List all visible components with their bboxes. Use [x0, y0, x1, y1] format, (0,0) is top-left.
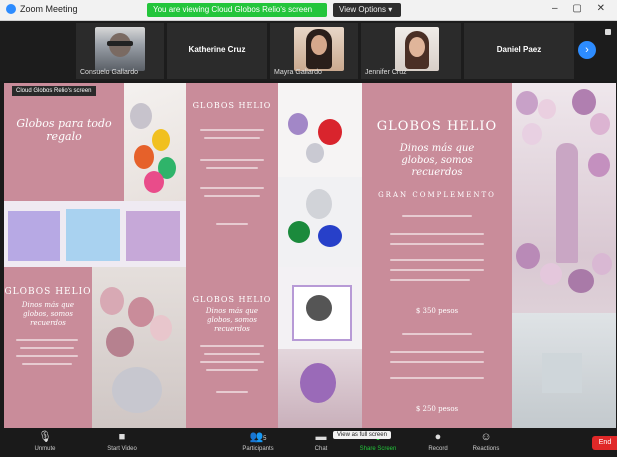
- chat-button[interactable]: ▬ Chat: [306, 431, 336, 452]
- participant-video: [395, 27, 439, 71]
- participants-button[interactable]: 👥5 Participants: [230, 431, 286, 452]
- share-screen-label: Share Screen: [359, 446, 397, 452]
- start-video-label: Start Video: [107, 446, 137, 452]
- flyer-tagline: Globos para todo regalo: [16, 117, 112, 143]
- participant-name: Jennifer Cruz: [365, 69, 407, 76]
- app-title-text: Zoom Meeting: [20, 4, 78, 14]
- shared-screen: Cloud Globos Relio's screen Globos para …: [4, 83, 616, 428]
- flyer-panel: GLOBOS HELIO: [186, 83, 278, 267]
- participant-tile[interactable]: Daniel Paez: [464, 23, 574, 79]
- flyer-section-title: GRAN COMPLEMENTO: [378, 191, 496, 199]
- window-titlebar: Zoom Meeting You are viewing Cloud Globo…: [0, 0, 617, 21]
- flyer-brand: GLOBOS HELIO: [4, 287, 92, 297]
- participant-tile[interactable]: Jennifer Cruz: [361, 23, 461, 79]
- participants-count: 5: [263, 436, 267, 442]
- participant-video: [294, 27, 344, 71]
- participant-name: Mayra Gallardo: [274, 69, 322, 76]
- end-meeting-button[interactable]: End: [592, 436, 617, 450]
- participant-tile[interactable]: Consuelo Gallardo: [76, 23, 164, 79]
- balloon-photo: [278, 349, 362, 428]
- reactions-label: Reactions: [472, 446, 500, 452]
- participant-tile[interactable]: Katherine Cruz: [167, 23, 267, 79]
- participants-label: Participants: [242, 446, 274, 452]
- unmute-label: Unmute: [34, 446, 56, 452]
- balloon-photo: [278, 177, 362, 267]
- balloon-photo: [278, 83, 362, 177]
- record-icon: ●: [434, 431, 442, 443]
- participant-video: [95, 27, 145, 71]
- next-participants-icon[interactable]: ›: [578, 41, 596, 59]
- flyer-brand: GLOBOS HELIO: [376, 119, 498, 134]
- chat-icon: ▬: [315, 431, 327, 443]
- record-label: Record: [428, 446, 448, 452]
- participants-icon: 👥5: [249, 431, 267, 443]
- unmute-button[interactable]: 🎙 Unmute: [10, 431, 80, 452]
- flyer-brand: GLOBOS HELIO: [192, 101, 272, 110]
- participant-name: Consuelo Gallardo: [80, 69, 138, 76]
- start-video-button[interactable]: ■ Start Video: [92, 431, 152, 452]
- flyer-price: $ 250 pesos: [415, 405, 459, 413]
- chat-label: Chat: [314, 446, 328, 452]
- flyer-brand: GLOBOS HELIO: [192, 295, 272, 304]
- record-button[interactable]: ● Record: [420, 431, 456, 452]
- video-camera-icon: ■: [118, 431, 126, 443]
- meeting-toolbar: 🎙 Unmute ■ Start Video 👥5 Participants ▬…: [0, 429, 617, 457]
- gift-bags-photo: [4, 201, 186, 267]
- flyer-tagline: Dinos más que globos, somos recuerdos: [21, 301, 75, 327]
- reactions-icon: ☺: [480, 431, 492, 443]
- flyer-price: $ 350 pesos: [415, 307, 459, 315]
- tooltip: View as full screen: [333, 431, 391, 439]
- zoom-logo-icon: [6, 4, 16, 14]
- flyer-panel: Globos para todo regalo: [4, 83, 124, 201]
- flyer-tagline: Dinos más que globos, somos recuerdos: [205, 307, 259, 333]
- balloon-photo: [92, 267, 186, 428]
- window-controls[interactable]: – ▢ ✕: [552, 3, 611, 14]
- flyer-panel: GLOBOS HELIO Dinos más que globos, somos…: [186, 267, 278, 428]
- reactions-button[interactable]: ☺ Reactions: [464, 431, 508, 452]
- app-title: Zoom Meeting: [6, 4, 78, 14]
- shared-screen-label: Cloud Globos Relio's screen: [12, 86, 96, 96]
- screen-share-banner: You are viewing Cloud Globos Relio's scr…: [147, 3, 327, 17]
- participant-tile[interactable]: Mayra Gallardo: [270, 23, 358, 79]
- flyer-panel-large: GLOBOS HELIO Dinos más que globos, somos…: [362, 83, 512, 428]
- balloon-photo: [124, 83, 186, 201]
- flyer-tagline: Dinos más que globos, somos recuerdos: [399, 143, 475, 178]
- participant-name: Katherine Cruz: [188, 45, 246, 54]
- microphone-icon: 🎙: [38, 431, 52, 443]
- participant-name: Daniel Paez: [496, 45, 542, 54]
- view-options-button[interactable]: View Options ▾: [333, 3, 401, 17]
- gift-box-photo: [278, 267, 362, 349]
- gallery-toggle-icon[interactable]: [605, 29, 611, 35]
- flyer-panel: GLOBOS HELIO Dinos más que globos, somos…: [4, 267, 92, 428]
- participant-strip: Consuelo Gallardo Katherine Cruz Mayra G…: [0, 21, 617, 81]
- balloon-room-photo: [512, 83, 616, 428]
